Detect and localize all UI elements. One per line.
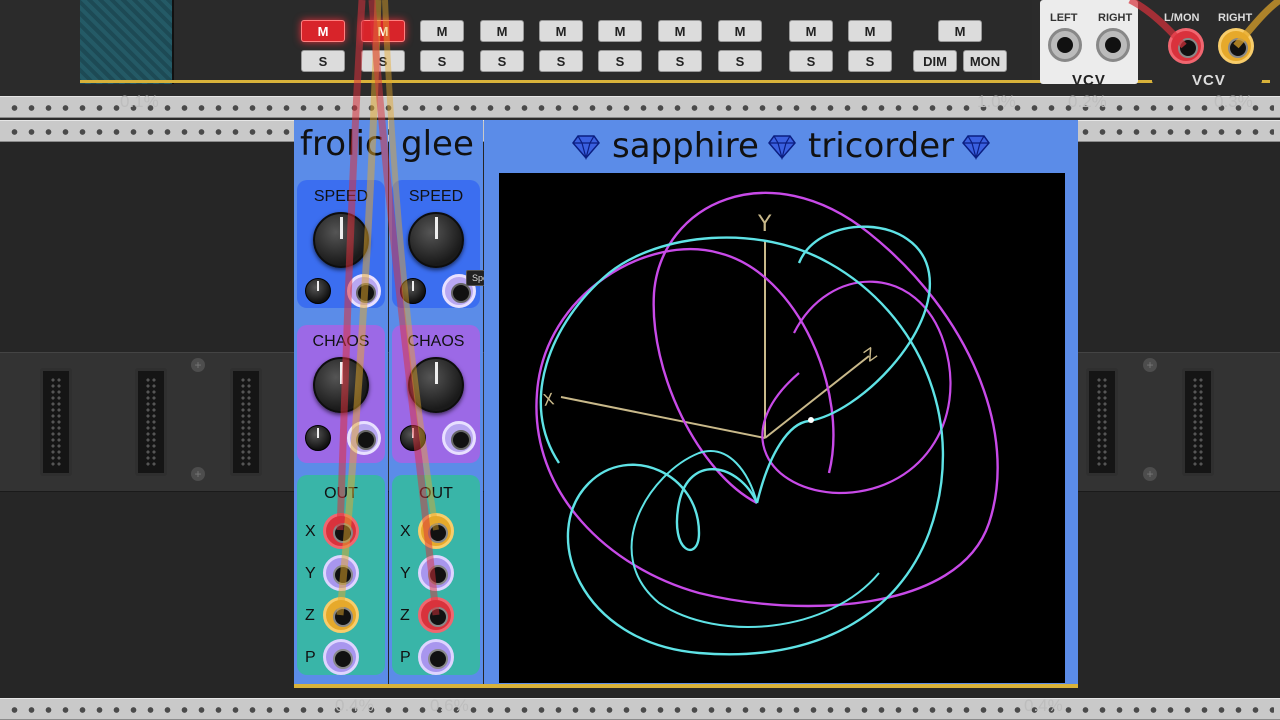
patch-cables bbox=[336, 0, 1280, 616]
yellow-cable bbox=[382, 0, 439, 531]
cpu-meter: 0.6% bbox=[430, 696, 469, 715]
red-cable bbox=[1128, 0, 1187, 49]
cpu-meter: 0.4% bbox=[1024, 696, 1063, 715]
yellow-cable bbox=[1233, 0, 1280, 49]
cpu-meter: 0.4% bbox=[335, 696, 374, 715]
